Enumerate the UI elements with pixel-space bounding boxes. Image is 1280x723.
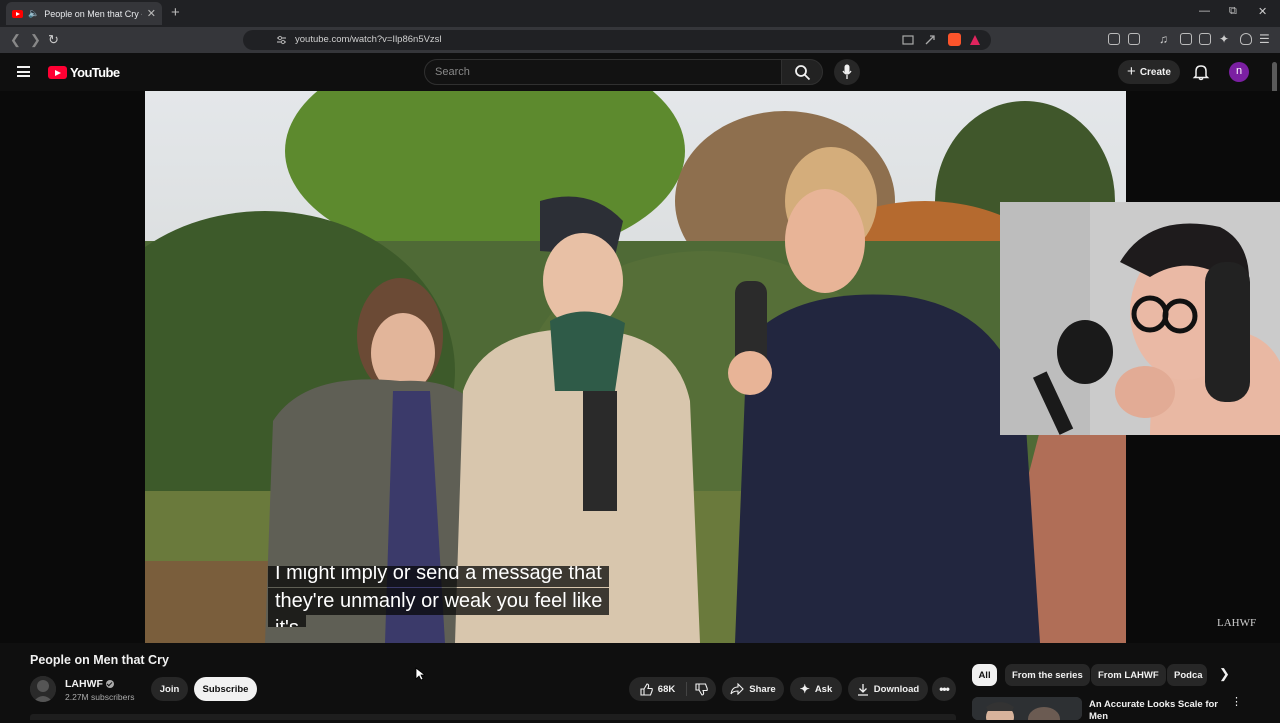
thumbs-up-icon [640, 682, 653, 696]
cast-icon[interactable] [902, 35, 914, 45]
browser-menu-icon[interactable]: ☰ [1259, 32, 1270, 46]
reload-icon[interactable]: ↻ [48, 32, 59, 48]
ask-label: Ask [814, 683, 833, 695]
youtube-logo[interactable]: YouTube [48, 65, 120, 80]
youtube-logo-text: YouTube [70, 65, 120, 80]
search-icon [795, 65, 811, 81]
channel-avatar-image [30, 676, 56, 702]
mouse-cursor-icon [415, 667, 425, 681]
site-settings-icon[interactable] [276, 35, 287, 45]
recommendation-thumbnail[interactable] [972, 697, 1082, 720]
dislike-button[interactable] [687, 677, 716, 701]
youtube-masthead: YouTube + Create n [0, 53, 1280, 91]
more-horizontal-icon: ••• [939, 682, 950, 696]
youtube-logo-icon [48, 66, 67, 79]
forward-icon[interactable]: ❯ [30, 32, 41, 48]
back-icon[interactable]: ❮ [10, 32, 21, 48]
video-frame-image [145, 91, 1126, 643]
create-label: Create [1139, 66, 1171, 78]
chip-from-the-series[interactable]: From the series [1005, 664, 1090, 686]
guide-menu-icon[interactable] [17, 66, 30, 77]
subscribe-button[interactable]: Subscribe [194, 677, 257, 701]
wallet-icon[interactable] [1199, 33, 1211, 45]
caption-line-3-wrap: it's [268, 615, 688, 627]
verified-badge-icon [105, 680, 114, 688]
channel-name-text: LAHWF [65, 678, 103, 690]
share-button[interactable]: Share [722, 677, 784, 701]
thumbs-down-icon [695, 682, 708, 696]
caption-line: it's [268, 615, 306, 627]
download-icon [857, 683, 868, 696]
more-actions-button[interactable]: ••• [932, 677, 956, 701]
chip-all[interactable]: All [972, 664, 997, 686]
search-box [424, 59, 782, 85]
subscriber-count: 2.27M subscribers [65, 692, 135, 702]
close-window-icon[interactable]: ✕ [1258, 5, 1267, 18]
create-button[interactable]: + Create [1118, 60, 1180, 84]
reactor-webcam-overlay [1000, 202, 1280, 435]
sparkle-icon: ✦ [799, 682, 810, 696]
join-button[interactable]: Join [151, 677, 188, 701]
like-button[interactable]: 68K [629, 677, 686, 701]
browser-tab[interactable]: 🔈 People on Men that Cry - You ✕ [6, 2, 162, 25]
channel-watermark: LAHWF [1217, 617, 1257, 629]
channel-name[interactable]: LAHWF [65, 678, 114, 690]
sidebar-icon[interactable] [1180, 33, 1192, 45]
brave-rewards-icon[interactable] [969, 34, 981, 46]
url-text: youtube.com/watch?v=Ilp86n5Vzsl [295, 34, 442, 45]
leo-ai-icon[interactable]: ✦ [1219, 32, 1229, 46]
like-dislike-group: 68K [629, 677, 716, 701]
video-player[interactable] [145, 91, 1126, 643]
chip-from-channel[interactable]: From LAHWF [1091, 664, 1166, 686]
download-label: Download [873, 683, 920, 695]
share-label: Share [749, 683, 776, 695]
browser-tab-bar: 🔈 People on Men that Cry - You ✕ + — ⧉ ✕ [0, 0, 1280, 27]
share-arrow-icon [730, 683, 745, 695]
video-captions: I might imply or send a message that the… [268, 566, 688, 627]
join-label: Join [159, 683, 180, 695]
microphone-icon [842, 64, 852, 79]
browser-toolbar: ❮ ❯ ↻ youtube.com/watch?v=Ilp86n5Vzsl ♫ … [0, 27, 1280, 53]
caption-line: they're unmanly or weak you feel like [268, 588, 610, 615]
search-input[interactable] [435, 66, 765, 78]
notifications-bell-icon[interactable] [1192, 63, 1210, 81]
subscribe-label: Subscribe [202, 683, 249, 695]
recommendation-menu-icon[interactable]: ⋮ [1231, 697, 1242, 708]
download-button[interactable]: Download [848, 677, 928, 701]
video-title: People on Men that Cry [30, 653, 169, 667]
chips-next-arrow-icon[interactable]: ❯ [1219, 666, 1230, 682]
recommendation-title[interactable]: An Accurate Looks Scale for Men [1089, 699, 1221, 723]
restore-window-icon[interactable]: ⧉ [1229, 5, 1237, 18]
description-box-edge [30, 714, 956, 720]
search-button[interactable] [781, 59, 823, 85]
caption-line: I might imply or send a message that [268, 566, 609, 587]
vpn-shield-icon[interactable] [1240, 33, 1252, 45]
minimize-window-icon[interactable]: — [1199, 5, 1210, 17]
close-tab-icon[interactable]: ✕ [147, 7, 156, 20]
caption-line-1-wrap: I might imply or send a message that [268, 566, 688, 588]
ask-button[interactable]: ✦ Ask [790, 677, 842, 701]
plus-icon: + [1127, 62, 1136, 80]
youtube-favicon-icon [12, 9, 23, 18]
address-bar[interactable]: youtube.com/watch?v=Ilp86n5Vzsl [243, 30, 991, 50]
webcam-image [1000, 202, 1280, 435]
voice-search-button[interactable] [834, 59, 860, 85]
audio-playing-icon[interactable]: 🔈 [28, 8, 39, 19]
chip-podcasts[interactable]: Podca [1167, 664, 1207, 686]
like-count: 68K [657, 683, 676, 695]
extensions-icon[interactable] [1108, 33, 1120, 45]
share-page-icon[interactable] [924, 34, 936, 46]
new-tab-icon[interactable]: + [171, 4, 180, 21]
channel-avatar[interactable] [30, 676, 56, 702]
tab-search-icon[interactable] [1128, 33, 1140, 45]
brave-shields-icon[interactable] [948, 33, 961, 46]
media-controls-icon[interactable]: ♫ [1159, 32, 1168, 46]
recommendation-thumbnail-image [972, 697, 1082, 720]
tab-title: People on Men that Cry - You [44, 8, 142, 19]
account-avatar[interactable]: n [1229, 62, 1249, 82]
